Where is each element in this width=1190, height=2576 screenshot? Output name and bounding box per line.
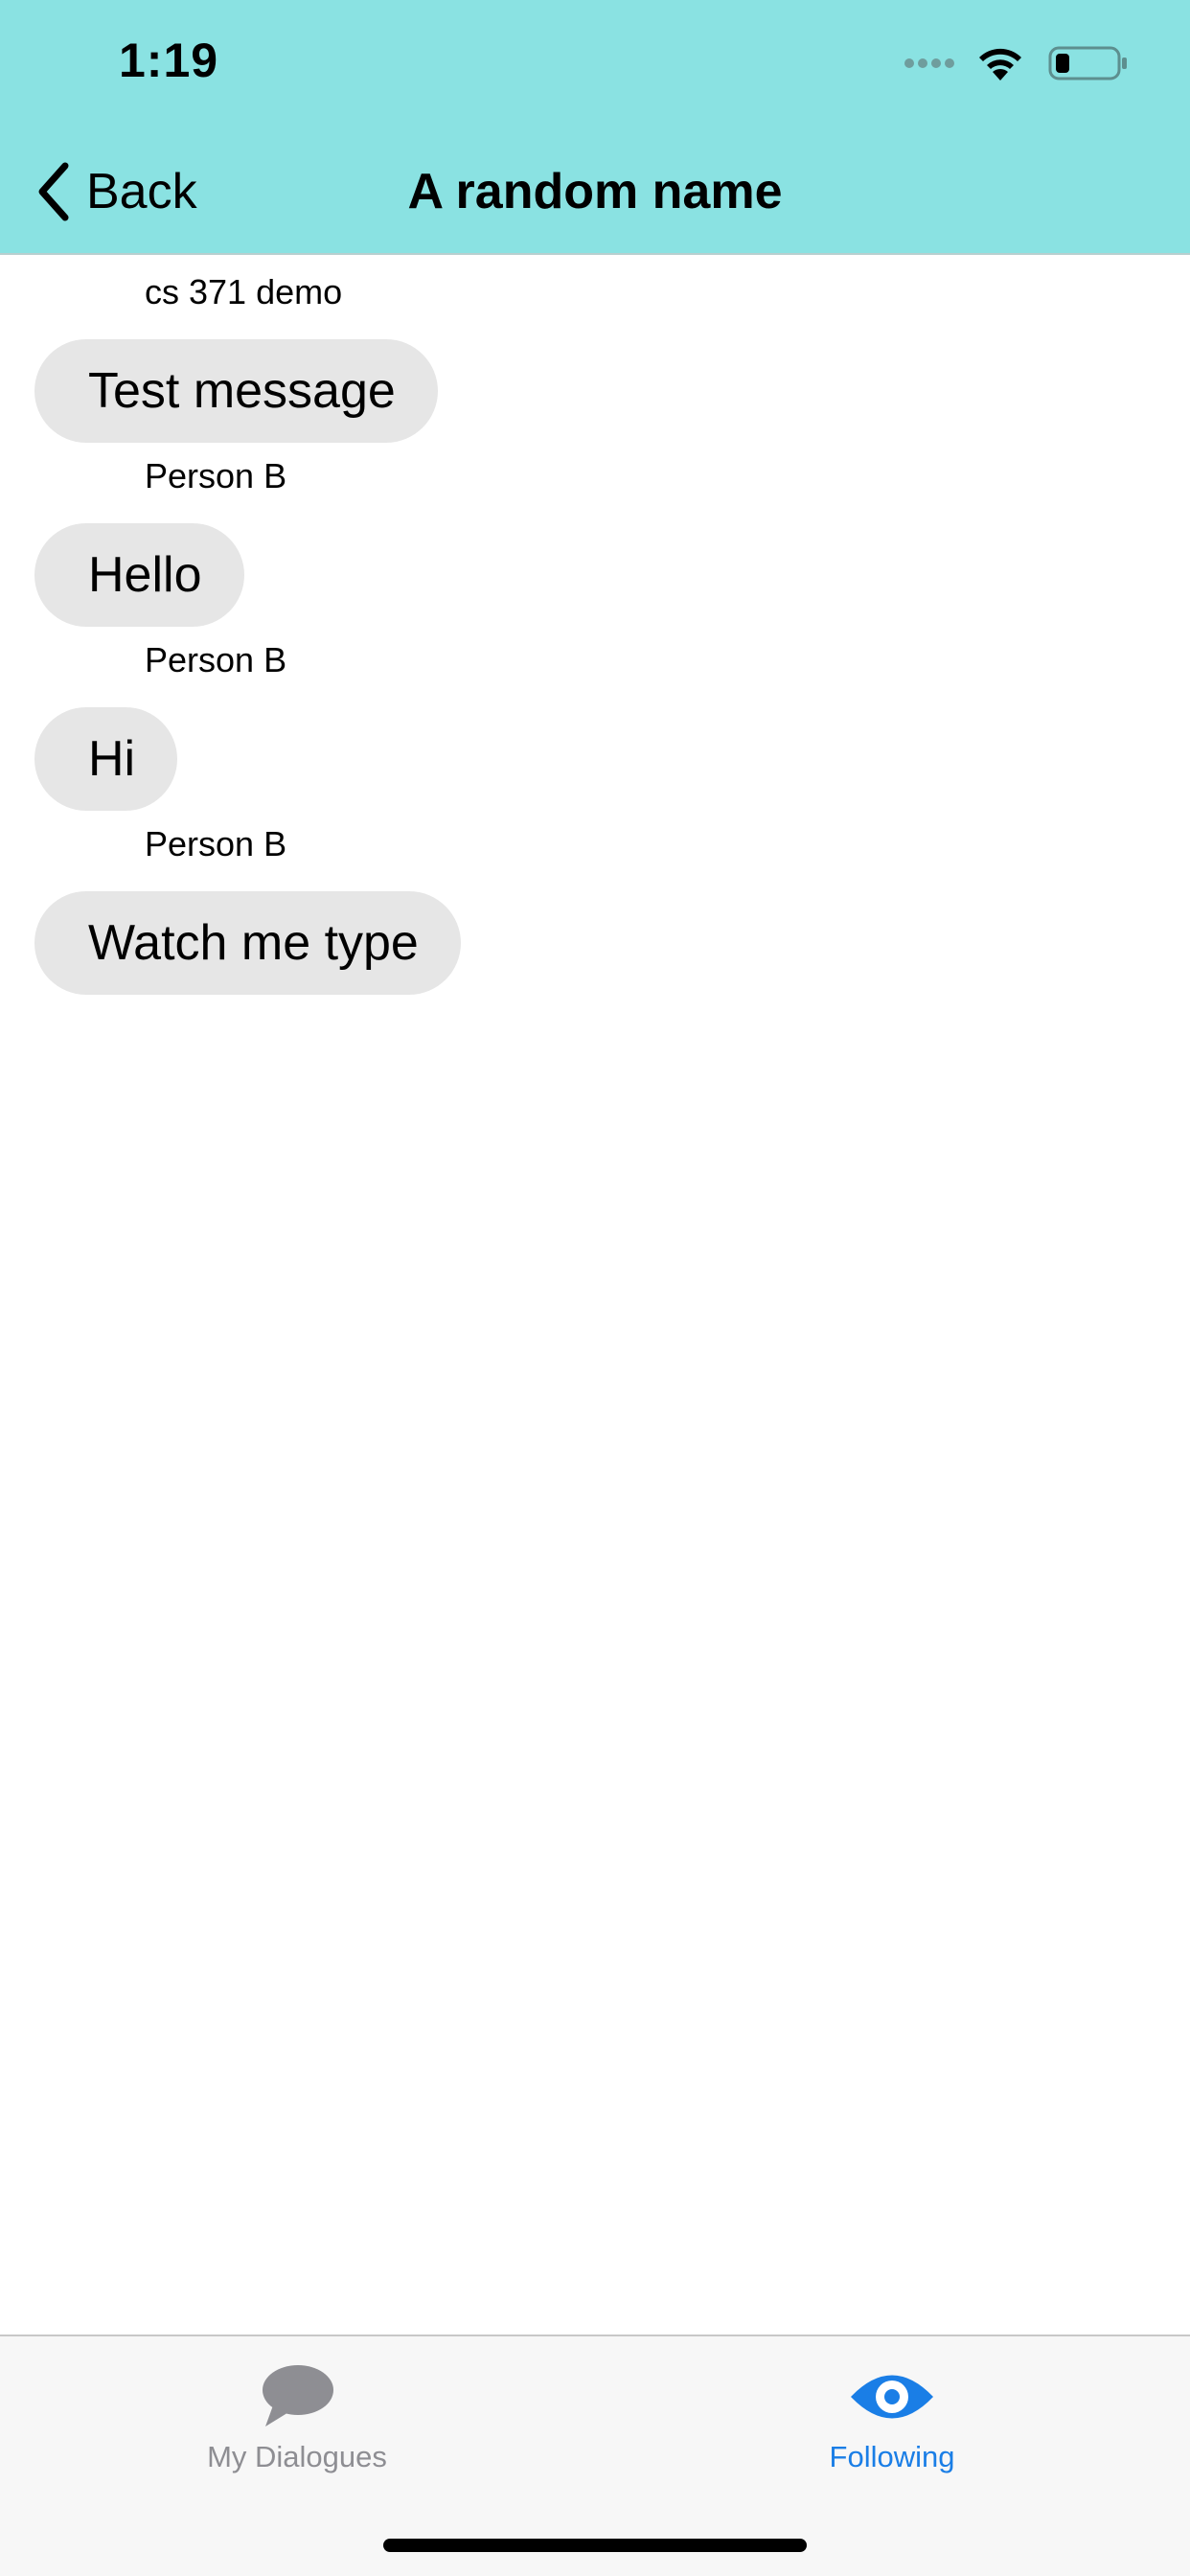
message-sender: Person B — [145, 640, 287, 679]
battery-icon — [1048, 46, 1127, 80]
tab-bar: My Dialogues Following — [0, 2334, 1190, 2576]
message-bubble[interactable]: Watch me type — [34, 891, 461, 995]
tab-following[interactable]: Following — [748, 2363, 1036, 2497]
page-title: A random name — [407, 164, 783, 219]
message-bubble[interactable]: Hello — [34, 523, 244, 627]
home-indicator[interactable] — [383, 2539, 807, 2552]
wifi-icon — [979, 48, 1021, 80]
message-bubble[interactable]: Hi — [34, 707, 178, 811]
tab-label: My Dialogues — [207, 2440, 387, 2473]
eye-icon — [851, 2375, 933, 2419]
header: 1:19 Back A random name — [0, 0, 1190, 255]
message-bubble[interactable]: Test message — [34, 339, 438, 443]
status-indicators — [904, 42, 1129, 84]
message-sender: Person B — [145, 456, 287, 495]
speech-bubble-icon — [263, 2365, 333, 2426]
tab-my-dialogues[interactable]: My Dialogues — [153, 2363, 441, 2497]
message-sender: cs 371 demo — [145, 272, 343, 311]
status-time: 1:19 — [119, 34, 219, 87]
tab-label: Following — [829, 2440, 955, 2473]
chat-screen: 1:19 Back A random name cs 371 demo Test… — [0, 0, 1190, 2576]
message-sender: Person B — [145, 824, 287, 863]
cellular-signal-icon — [904, 58, 954, 68]
